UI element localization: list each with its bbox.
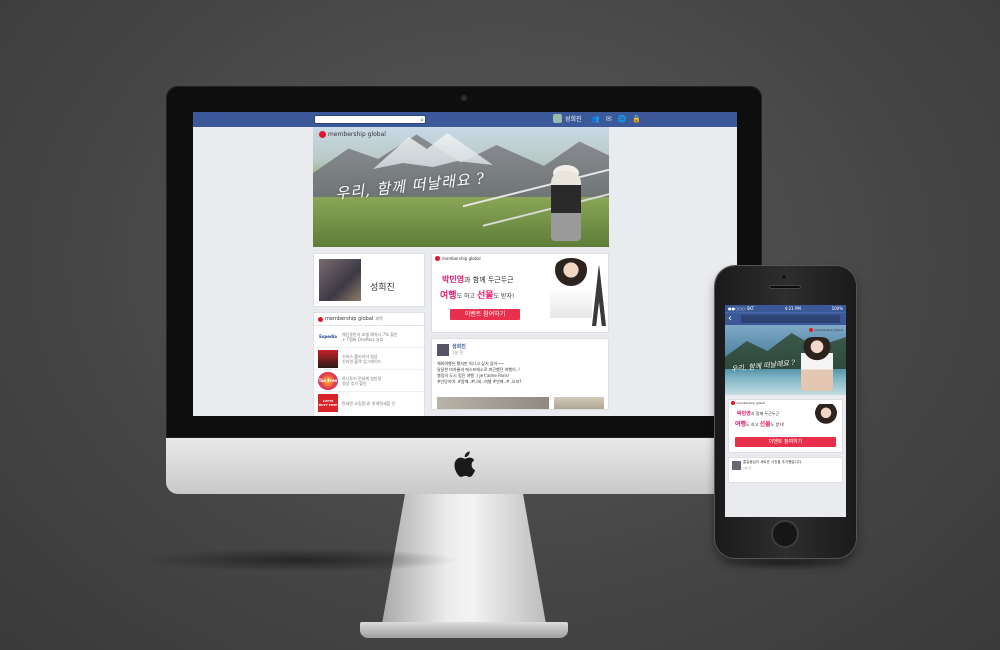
model-photo <box>550 258 592 318</box>
t-logo-icon <box>435 256 440 261</box>
friends-icon[interactable]: 👥 <box>591 115 600 124</box>
event-headline: 박민영과 함께 두근두근 <box>442 275 514 284</box>
avatar <box>553 114 562 123</box>
post-text[interactable]: 홍길동님이 새로운 사진을 추가했습니다. <box>743 460 802 465</box>
benefit-list: membership global 혜택 Expedia 해신동반자 호텔 예약… <box>313 312 425 416</box>
profile-card: 성희진 <box>313 253 425 307</box>
model-photo <box>813 404 839 438</box>
search-input[interactable] <box>741 315 840 323</box>
mobile-navbar: ‹ <box>725 312 846 325</box>
carrier-label: ●●○○○ SKT <box>728 306 755 311</box>
event-join-button[interactable]: 이벤트 참여하기 <box>735 437 836 447</box>
search-input[interactable]: ⌕ <box>314 115 426 124</box>
desktop-facebook-page: ⌕ 성희진 👥 ✉ 🌐 🔒 membership global 우리, 함께 떠… <box>193 112 737 416</box>
list-item[interactable]: Expedia 해신동반자 호텔 예약시 7% 할인 + T멤버 OnePass… <box>314 326 424 348</box>
post-photo[interactable] <box>437 397 549 409</box>
post-time: 1분 전 <box>743 466 752 470</box>
imac-foot <box>360 622 568 638</box>
right-column: membership global 박민영과 함께 두근두근 여행도 하고 선물… <box>431 253 609 410</box>
clock-label: 4:21 PM <box>784 306 801 311</box>
back-chevron-icon[interactable]: ‹ <box>728 313 732 325</box>
brand-logo: membership global <box>435 256 481 261</box>
post-author[interactable]: 성희진 <box>452 343 466 350</box>
cover-photo: membership global 우리, 함께 떠날래요 ? <box>725 325 846 395</box>
imac-bezel: ⌕ 성희진 👥 ✉ 🌐 🔒 membership global 우리, 함께 떠… <box>166 86 762 438</box>
post-time: 1분 전 <box>452 350 464 355</box>
phone-shadow <box>720 556 850 570</box>
search-icon: ⌕ <box>420 116 424 124</box>
imac-chin <box>166 438 762 494</box>
avatar[interactable] <box>732 461 741 470</box>
list-item[interactable]: 신라스 롤리라아 정상 신라면 블랙 업그레이드 <box>314 348 424 370</box>
camera-icon <box>781 274 787 280</box>
feed-post: 성희진 1분 전 해외여행은 했지만 떠나고 싶지 않아~~ 달달한 마카롱과 … <box>431 338 609 410</box>
post-photo[interactable] <box>554 397 604 409</box>
event-headline: 박민영과 함께 두근두근 <box>737 411 780 417</box>
model-photo <box>801 337 833 391</box>
post-text: 해외여행은 했지만 떠나고 싶지 않아~~ 달달한 마카롱과 에스프레소로 피곤… <box>437 361 522 384</box>
event-join-button[interactable]: 이벤트 참여하기 <box>450 309 520 320</box>
benefit-list-header: membership global 혜택 <box>314 313 424 326</box>
event-subline: 여행도 하고 선물도 받자! <box>440 291 515 301</box>
imac-shadow <box>140 548 460 572</box>
expedia-logo: Expedia <box>319 334 337 339</box>
camera-icon <box>460 94 468 102</box>
status-bar: ●●○○○ SKT 4:21 PM 100% <box>725 305 846 312</box>
messages-icon[interactable]: ✉ <box>606 115 612 124</box>
topbar-user[interactable]: 성희진 <box>553 114 582 123</box>
noodle-cup-icon <box>318 349 338 368</box>
imac-mockup: ⌕ 성희진 👥 ✉ 🌐 🔒 membership global 우리, 함께 떠… <box>166 86 762 638</box>
t-logo-icon <box>318 316 323 322</box>
facebook-topbar: ⌕ 성희진 👥 ✉ 🌐 🔒 <box>193 112 737 127</box>
mobile-facebook-page: ●●○○○ SKT 4:21 PM 100% ‹ membership glob… <box>725 305 846 517</box>
brand-logo: membership global <box>809 328 843 332</box>
t-logo-icon <box>319 131 326 138</box>
privacy-icon[interactable]: 🔒 <box>632 115 641 124</box>
iphone-mockup: ●●○○○ SKT 4:21 PM 100% ‹ membership glob… <box>715 266 856 558</box>
person-graphic <box>551 171 581 241</box>
brand-logo: membership global <box>731 401 765 405</box>
t-logo-icon <box>809 328 814 332</box>
avatar[interactable] <box>437 344 449 356</box>
speaker-grille <box>769 285 801 289</box>
battery-label: 100% <box>831 306 843 311</box>
t-logo-icon <box>731 401 735 405</box>
notifications-icon[interactable]: 🌐 <box>618 115 627 124</box>
event-banner: membership global 박민영과 함께 두근두근 여행도 하고 선물… <box>431 253 609 333</box>
profile-name[interactable]: 성희진 <box>370 280 395 293</box>
profile-picture[interactable] <box>317 257 363 303</box>
home-button[interactable] <box>771 520 799 548</box>
feed-post: 홍길동님이 새로운 사진을 추가했습니다. 1분 전 <box>728 457 843 483</box>
list-item[interactable]: LOTTE DUTY FREE 면세면 쇼핑혼내! 롯데면세점 인 <box>314 392 424 414</box>
topbar-user-name: 성희진 <box>565 116 582 123</box>
apple-logo-icon <box>454 451 476 477</box>
eiffel-tower-icon <box>592 266 606 326</box>
taxfree-logo: Tax Free <box>318 371 338 390</box>
event-subline: 여행도 하고 선물도 받자! <box>735 421 785 428</box>
list-item[interactable]: Tax Free 하나투어 전세계 실판정 정상 추가 할인 <box>314 370 424 392</box>
topbar-icons: 👥 ✉ 🌐 🔒 <box>591 115 641 124</box>
brand-logo: membership global <box>319 131 386 138</box>
cover-photo: membership global 우리, 함께 떠날래요 ? <box>313 127 609 247</box>
event-banner: membership global 박민영과 함께 두근두근 여행도 하고 선물… <box>728 399 843 453</box>
left-column: 성희진 membership global 혜택 Expedia 해신동반자 호… <box>313 253 425 416</box>
lotte-dutyfree-logo: LOTTE DUTY FREE <box>318 394 338 412</box>
